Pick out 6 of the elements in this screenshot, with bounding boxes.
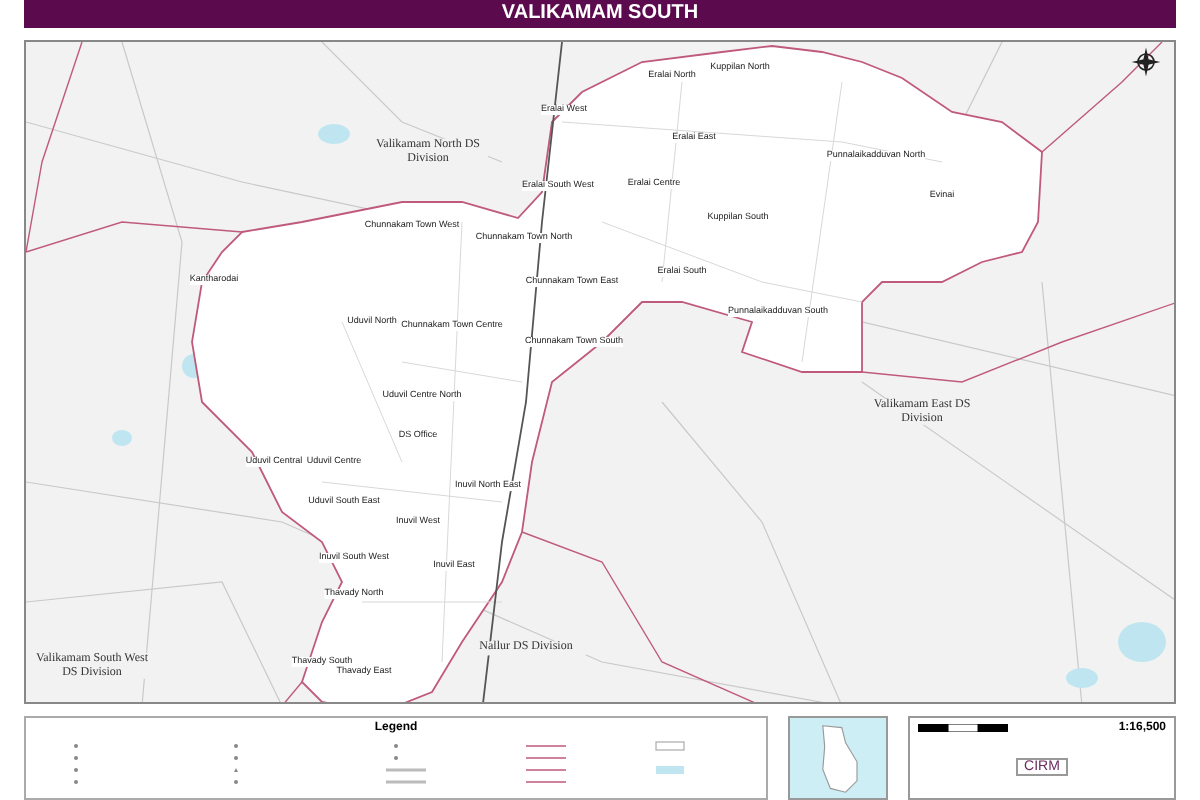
lake bbox=[1066, 668, 1098, 688]
lake bbox=[112, 430, 132, 446]
map-title: VALIKAMAM SOUTH bbox=[24, 0, 1176, 28]
lake bbox=[1118, 622, 1166, 662]
lake bbox=[318, 124, 350, 144]
compass-icon bbox=[1130, 46, 1162, 78]
